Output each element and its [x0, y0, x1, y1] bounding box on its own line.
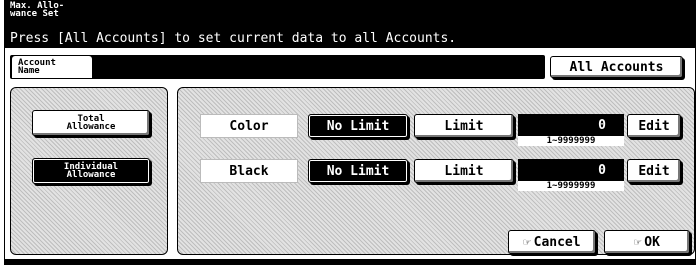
account-name-label: Account Name [12, 56, 92, 78]
window-title: Max. Allo- wance Set [10, 1, 65, 19]
ok-button[interactable]: ☞ OK [604, 230, 690, 254]
hand-pointer-icon: ☞ [523, 235, 531, 249]
black-limit-button[interactable]: Limit [414, 159, 514, 183]
black-limit-value: 0 [518, 159, 624, 181]
bottom-border [5, 259, 695, 265]
black-edit-button[interactable]: Edit [627, 159, 681, 183]
color-limit-button[interactable]: Limit [414, 114, 514, 138]
total-allowance-button[interactable]: Total Allowance [32, 110, 150, 136]
hand-pointer-icon: ☞ [634, 235, 642, 249]
black-row-label: Black [200, 159, 298, 183]
black-no-limit-button[interactable]: No Limit [308, 159, 408, 183]
individual-allowance-button[interactable]: Individual Allowance [32, 158, 150, 184]
color-row-label: Color [200, 114, 298, 138]
ok-button-label: OK [644, 234, 660, 250]
color-limit-range: 1~9999999 [518, 136, 624, 146]
cancel-button-label: Cancel [533, 234, 581, 250]
all-accounts-button[interactable]: All Accounts [550, 56, 683, 78]
title-gap [5, 48, 695, 54]
color-no-limit-button[interactable]: No Limit [308, 114, 408, 138]
color-edit-button[interactable]: Edit [627, 114, 681, 138]
black-limit-range: 1~9999999 [518, 181, 624, 191]
color-limit-value: 0 [518, 114, 624, 136]
instruction-text: Press [All Accounts] to set current data… [10, 31, 457, 46]
cancel-button[interactable]: ☞ Cancel [508, 230, 596, 254]
